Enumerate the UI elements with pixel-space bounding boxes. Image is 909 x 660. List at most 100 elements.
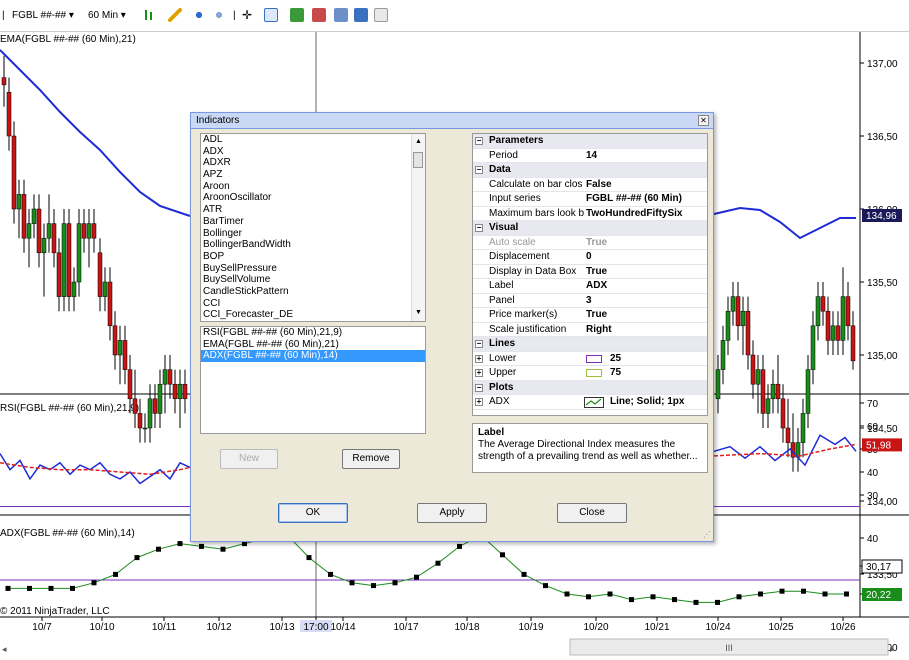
candle-body	[835, 325, 841, 341]
date-tick-label: 10/25	[768, 622, 793, 633]
indicator-list-item[interactable]: ATR	[201, 204, 425, 216]
close-button[interactable]: Close	[557, 503, 627, 523]
scroll-left-icon: ◂	[2, 644, 7, 654]
prop-price-markers[interactable]: Price marker(s) True	[473, 308, 707, 323]
prop-displacement[interactable]: Displacement 0	[473, 250, 707, 265]
candle-body	[122, 340, 128, 370]
toolbar: | FGBL ##-## ▾ 60 Min ▾ | ✛	[0, 0, 909, 32]
rsi-line	[0, 453, 191, 485]
category-visual[interactable]: − Visual	[473, 221, 707, 236]
adx-point	[48, 585, 54, 591]
prop-upper[interactable]: + Upper 75	[473, 366, 707, 381]
expand-icon[interactable]: +	[475, 354, 483, 363]
candle-body	[845, 296, 851, 327]
crosshair-icon[interactable]: ✛	[240, 8, 254, 22]
applied-indicator-item[interactable]: EMA(FGBL ##-## (60 Min),21)	[201, 339, 425, 351]
prop-display-in-data-box[interactable]: Display in Data Box True	[473, 265, 707, 279]
applied-indicator-item[interactable]: ADX(FGBL ##-## (60 Min),14)	[201, 350, 425, 363]
indicator-list-item[interactable]: BollingerBandWidth	[201, 239, 425, 251]
indicator-list-item[interactable]: APZ	[201, 169, 425, 181]
expand-icon[interactable]: +	[475, 369, 483, 377]
available-indicators-list[interactable]: ADL ADX ADXR APZ Aroon AroonOscillator ATR BarT…	[200, 133, 426, 322]
new-button[interactable]: New	[220, 449, 278, 469]
scrollbar[interactable]: ▲ ▼	[411, 134, 425, 321]
adx-point	[672, 597, 677, 603]
plot-style-icon	[584, 397, 604, 408]
scroll-right-icon: ▸	[890, 644, 895, 654]
candle-body	[172, 383, 178, 400]
apply-button[interactable]: Apply	[417, 503, 487, 523]
category-plots[interactable]: − Plots	[473, 380, 707, 395]
bars-type-icon[interactable]	[142, 8, 156, 22]
page-icon[interactable]	[374, 8, 388, 22]
ok-button[interactable]: OK	[278, 503, 348, 523]
chart-properties-icon[interactable]	[334, 8, 348, 22]
adx-tick-label: 40	[867, 534, 879, 545]
category-parameters[interactable]: − Parameters	[473, 134, 707, 149]
zoom-out-icon[interactable]	[212, 8, 226, 22]
prop-lower[interactable]: + Lower 25	[473, 352, 707, 366]
indicator-list-item[interactable]: BOP	[201, 251, 425, 263]
scroll-down-icon[interactable]: ▼	[415, 309, 422, 316]
indicator-list-item[interactable]: Bollinger	[201, 228, 425, 240]
indicator-list-item[interactable]: AroonOscillator	[201, 192, 425, 204]
pencil-icon[interactable]	[168, 8, 182, 22]
instrument-selector[interactable]: FGBL ##-## ▾	[12, 8, 74, 24]
interval-selector[interactable]: 60 Min ▾	[88, 8, 126, 24]
adx-point	[586, 594, 591, 600]
date-tick-label: 10/11	[152, 622, 177, 633]
date-tick-label: 10/14	[330, 622, 355, 633]
adx-upper-value: 30,17	[866, 562, 891, 573]
date-tick-label: 10/21	[644, 622, 669, 633]
remove-button[interactable]: Remove	[342, 449, 400, 469]
prop-auto-scale[interactable]: Auto scale True	[473, 236, 707, 250]
close-icon[interactable]: ✕	[698, 115, 709, 126]
indicator-list-item[interactable]: BuySellVolume	[201, 274, 425, 286]
zoom-in-icon[interactable]	[192, 8, 206, 22]
collapse-icon[interactable]: −	[475, 166, 483, 174]
scroll-up-icon[interactable]: ▲	[415, 138, 422, 145]
collapse-icon[interactable]: −	[475, 224, 483, 232]
indicator-list-item[interactable]: Aroon	[201, 181, 425, 193]
applied-indicator-item[interactable]: RSI(FGBL ##-## (60 Min),21,9)	[201, 327, 425, 339]
collapse-icon[interactable]: −	[475, 383, 483, 392]
collapse-icon[interactable]: −	[475, 137, 483, 145]
prop-period[interactable]: Period 14	[473, 149, 707, 163]
adx-point	[5, 585, 11, 591]
prop-maximum-bars[interactable]: Maximum bars look b TwoHundredFiftySix	[473, 207, 707, 221]
indicator-list-item[interactable]: ADL	[201, 134, 425, 146]
scroll-thumb[interactable]	[413, 152, 423, 168]
prop-adx-plot[interactable]: + ADX Line; Solid; 1px	[473, 395, 707, 410]
expand-icon[interactable]: +	[475, 398, 483, 406]
date-tick-label: 10/17	[393, 622, 418, 633]
indicator-list-item[interactable]: BuySellPressure	[201, 263, 425, 275]
prop-scale-justification[interactable]: Scale justification Right	[473, 323, 707, 337]
adx-point	[70, 585, 75, 591]
indicator-list-item[interactable]: CandleStickPattern	[201, 286, 425, 298]
indicator-list-item[interactable]: CCI_Forecaster_DE	[201, 309, 425, 321]
prop-label[interactable]: Label ADX	[473, 279, 707, 294]
indicator-list-item[interactable]: CCI	[201, 298, 425, 310]
prop-calculate-on-bar-close[interactable]: Calculate on bar clos False	[473, 178, 707, 192]
prop-panel[interactable]: Panel 3	[473, 294, 707, 308]
resize-grip-icon[interactable]: ⋰	[703, 530, 711, 539]
prop-input-series[interactable]: Input series FGBL ##-## (60 Min)	[473, 192, 707, 207]
candle-body	[785, 427, 791, 443]
last-price-label: 134,96	[866, 211, 897, 222]
indicator-list-item[interactable]: ADX	[201, 146, 425, 158]
adx-point	[27, 585, 32, 591]
data-box-icon[interactable]	[312, 8, 326, 22]
category-lines[interactable]: − Lines	[473, 337, 707, 352]
candle-body	[66, 223, 72, 297]
properties-grid[interactable]: − Parameters Period 14 − Data Calculate on …	[472, 133, 708, 416]
category-data[interactable]: − Data	[473, 163, 707, 178]
indicators-icon[interactable]	[264, 8, 278, 22]
applied-indicators-list[interactable]: RSI(FGBL ##-## (60 Min),21,9) EMA(FGBL ##…	[200, 326, 426, 434]
indicator-list-item[interactable]: BarTimer	[201, 216, 425, 228]
candle-body	[97, 252, 103, 297]
rsi-panel-label: RSI(FGBL ##-## (60 Min),21,9)	[0, 403, 139, 414]
save-icon[interactable]	[354, 8, 368, 22]
indicator-list-item[interactable]: ADXR	[201, 157, 425, 169]
collapse-icon[interactable]: −	[475, 340, 483, 348]
strategies-icon[interactable]	[290, 8, 304, 22]
